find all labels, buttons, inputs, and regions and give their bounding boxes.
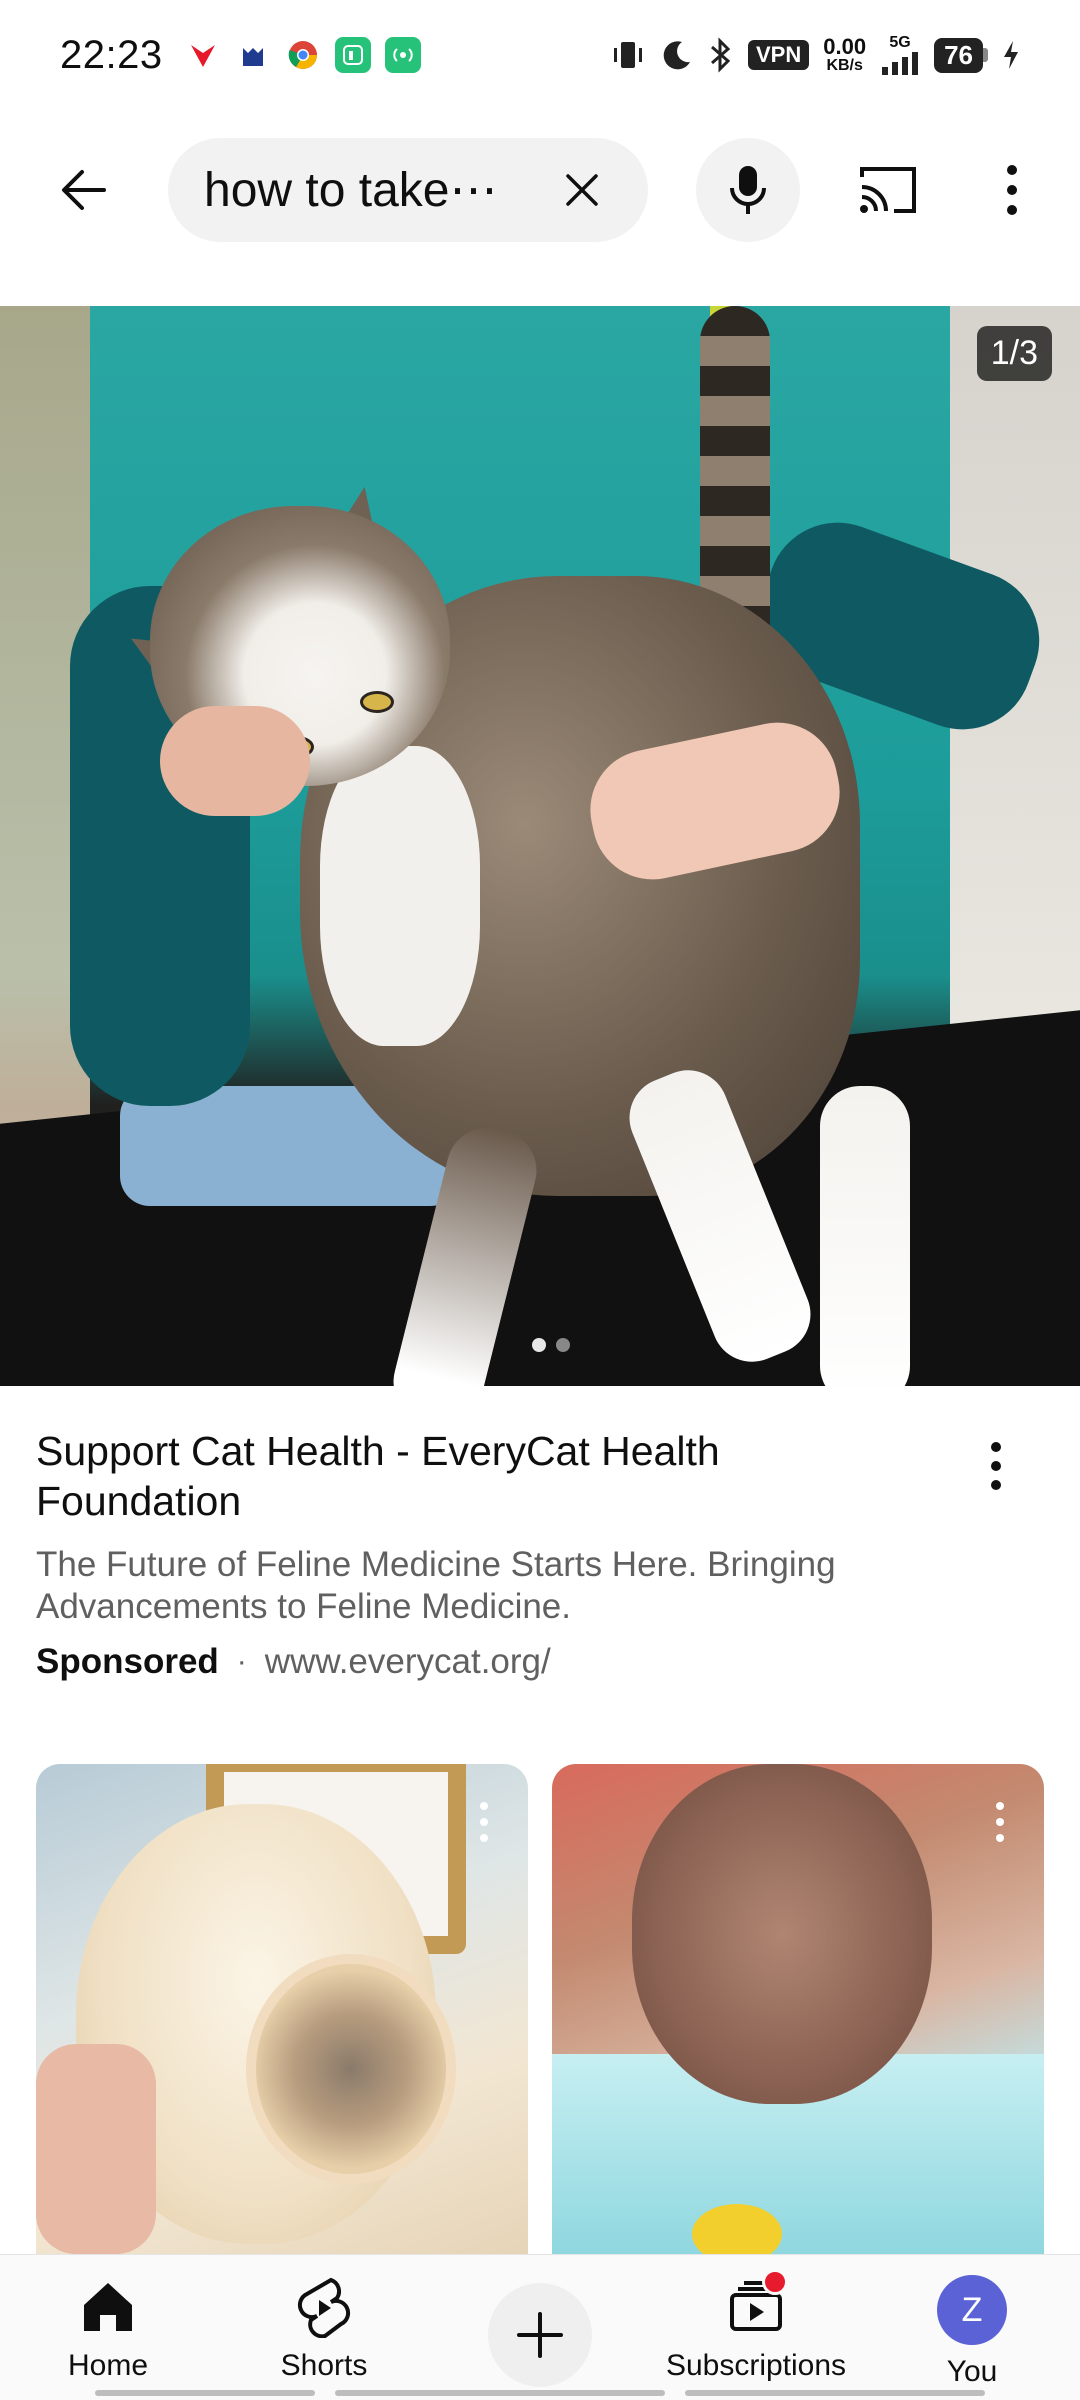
battery-indicator: 76 xyxy=(934,37,988,73)
short-thumbnail-hand xyxy=(36,2044,156,2254)
system-icons: VPN 0.00 KB/s 5G 76 xyxy=(610,35,1020,75)
ad-menu-button[interactable] xyxy=(966,1426,1026,1506)
network-speed: 0.00 KB/s xyxy=(823,34,867,74)
ad-info: Support Cat Health - EveryCat Health Fou… xyxy=(36,1426,1044,1682)
carousel-indicator xyxy=(532,1338,570,1352)
microphone-icon xyxy=(730,166,766,214)
green-app-icon xyxy=(334,37,371,73)
battery-level: 76 xyxy=(934,37,983,73)
carousel-counter: 1/3 xyxy=(976,326,1052,381)
carousel-dot xyxy=(532,1338,546,1352)
nav-create[interactable] xyxy=(432,2255,648,2400)
plus-icon xyxy=(517,2312,563,2358)
signal-icon xyxy=(882,52,919,75)
home-icon xyxy=(76,2275,140,2339)
search-input[interactable]: how to take⋯ xyxy=(168,138,648,242)
notification-dot xyxy=(762,2269,788,2295)
shorts-icon xyxy=(292,2275,356,2339)
vibrate-icon xyxy=(614,42,642,68)
arrow-left-icon xyxy=(62,170,106,210)
charging-icon xyxy=(1004,41,1018,69)
create-button[interactable] xyxy=(488,2283,592,2387)
nav-home-label: Home xyxy=(67,2349,149,2382)
cast-button[interactable] xyxy=(840,142,936,238)
avatar: Z xyxy=(937,2275,1007,2345)
separator-dot: · xyxy=(236,1645,247,1678)
voice-search-button[interactable] xyxy=(696,138,800,242)
subscriptions-icon xyxy=(724,2269,788,2339)
nav-shorts[interactable]: Shorts xyxy=(216,2255,432,2400)
nav-you[interactable]: Z You xyxy=(864,2255,1080,2400)
search-top-bar: how to take⋯ xyxy=(0,130,1080,250)
short-menu-button[interactable] xyxy=(464,1792,504,1852)
chrome-icon xyxy=(284,37,321,73)
carousel-dot xyxy=(556,1338,570,1352)
bluetooth-icon xyxy=(711,37,731,73)
signal-indicator: 5G xyxy=(880,35,920,75)
more-vertical-icon xyxy=(1007,165,1017,215)
more-vertical-icon xyxy=(480,1802,488,1842)
ad-description[interactable]: The Future of Feline Medicine Starts Her… xyxy=(36,1544,936,1628)
more-vertical-icon xyxy=(991,1442,1001,1490)
more-vertical-icon xyxy=(996,1802,1004,1842)
search-query: how to take⋯ xyxy=(204,164,498,217)
nav-you-label: You xyxy=(946,2355,998,2388)
close-icon xyxy=(566,174,598,206)
app-notification-icon xyxy=(184,37,221,73)
nav-shorts-label: Shorts xyxy=(280,2349,368,2382)
short-video-card[interactable] xyxy=(36,1764,528,2254)
nav-subscriptions[interactable]: Subscriptions xyxy=(648,2255,864,2400)
cast-icon xyxy=(860,167,916,213)
bottom-navigation: Home Shorts Subscriptions Z You xyxy=(0,2254,1080,2400)
gesture-bar xyxy=(0,2390,1080,2398)
hotspot-icon xyxy=(384,37,421,73)
clear-search-button[interactable] xyxy=(552,160,612,220)
ad-url-link[interactable]: www.everycat.org/ xyxy=(265,1642,551,1682)
moon-icon xyxy=(663,41,690,70)
ad-meta: Sponsored · www.everycat.org/ xyxy=(36,1642,1044,1682)
nav-home[interactable]: Home xyxy=(0,2255,216,2400)
short-video-card[interactable] xyxy=(552,1764,1044,2254)
vpn-badge: VPN xyxy=(748,40,810,70)
short-thumbnail-brush xyxy=(246,1954,456,2184)
notification-icons xyxy=(184,37,421,73)
ad-image-carousel[interactable]: 1/3 xyxy=(0,306,1080,1386)
cat-app-icon xyxy=(234,37,271,73)
sponsored-label: Sponsored xyxy=(36,1642,219,1681)
back-button[interactable] xyxy=(36,142,132,238)
nav-subscriptions-label: Subscriptions xyxy=(665,2349,847,2382)
more-options-button[interactable] xyxy=(964,142,1060,238)
ad-title[interactable]: Support Cat Health - EveryCat Health Fou… xyxy=(36,1426,936,1526)
short-thumbnail-cat xyxy=(632,1764,932,2104)
status-time: 22:23 xyxy=(60,32,163,77)
short-menu-button[interactable] xyxy=(980,1792,1020,1852)
status-bar: 22:23 VPN 0.00 KB/s 5G 76 xyxy=(0,0,1080,110)
